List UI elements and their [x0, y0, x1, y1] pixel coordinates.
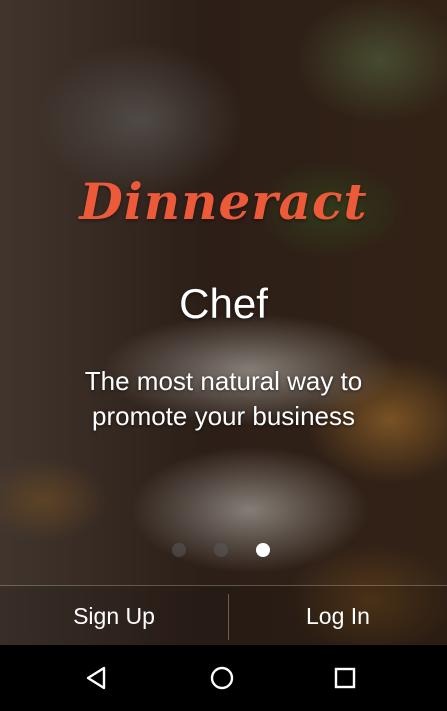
subtitle: Chef: [179, 280, 268, 327]
log-in-button[interactable]: Log In: [229, 586, 447, 646]
page-indicator: [0, 543, 447, 559]
app-logo: Dinneract: [79, 172, 368, 231]
system-navigation-bar: [0, 645, 447, 711]
page-dot-1[interactable]: [172, 543, 186, 557]
page-dot-3[interactable]: [256, 543, 270, 557]
back-icon[interactable]: [82, 662, 114, 694]
auth-bar: Sign Up Log In: [0, 585, 447, 646]
page-dot-2[interactable]: [214, 543, 228, 557]
sign-up-button[interactable]: Sign Up: [0, 586, 228, 646]
recents-icon[interactable]: [329, 662, 361, 694]
home-icon[interactable]: [206, 662, 238, 694]
tagline: The most natural way to promote your bus…: [84, 366, 363, 431]
